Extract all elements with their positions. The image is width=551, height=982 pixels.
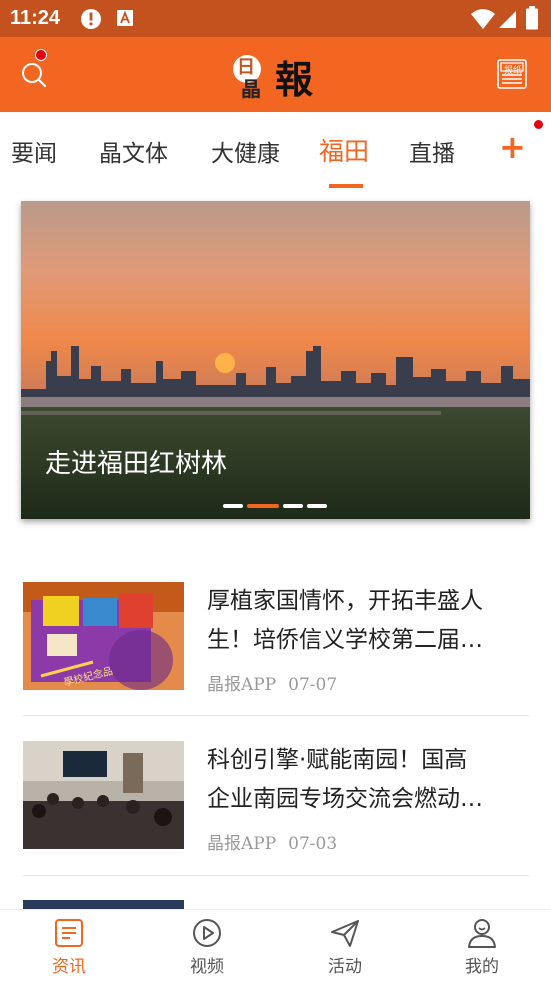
- nav-label: 资讯: [52, 957, 86, 977]
- tab-yaowen[interactable]: 要闻: [11, 134, 57, 168]
- battery-icon: [525, 6, 539, 34]
- nav-events[interactable]: 活动: [276, 910, 414, 982]
- news-title: 科创引擎·赋能南园！国高 企业南园专场交流会燃动…: [207, 741, 527, 819]
- nav-video[interactable]: 视频: [138, 910, 276, 982]
- wifi-icon: [470, 8, 496, 34]
- nav-label: 活动: [328, 957, 362, 977]
- signal-icon: [498, 8, 518, 34]
- search-icon: [20, 63, 50, 95]
- category-tabs: 要闻 晶文体 大健康 福田 直播 +: [0, 112, 551, 190]
- news-item[interactable]: 學校紀念品 厚植家国情怀，开拓丰盛人 生！培侨信义学校第二届… 晶报APP 07-…: [23, 582, 529, 712]
- news-title-line: 厚植家国情怀，开拓丰盛人: [207, 588, 483, 614]
- tab-dajiankang[interactable]: 大健康: [211, 134, 280, 168]
- newspaper-icon: [496, 59, 528, 95]
- news-item[interactable]: 科创引擎·赋能南园！国高 企业南园专场交流会燃动… 晶报APP 07-03: [23, 741, 529, 871]
- news-thumbnail: 學校紀念品: [23, 582, 184, 690]
- logo-sub-text: 晶: [241, 77, 261, 101]
- news-meta: 晶报APP 07-07: [207, 670, 337, 695]
- status-bar: 11:24: [0, 0, 551, 37]
- alert-icon: [80, 8, 102, 34]
- carousel-dot: [307, 504, 327, 508]
- news-title: 厚植家国情怀，开拓丰盛人 生！培侨信义学校第二届…: [207, 582, 527, 660]
- notification-dot: [35, 49, 47, 61]
- app-header: 日 晶 報 报纸: [0, 37, 551, 112]
- banner-caption: 走进福田红树林: [45, 449, 228, 479]
- sim-icon: [115, 8, 135, 32]
- news-source: 晶报APP: [207, 675, 277, 695]
- bottom-navigation: 资讯 视频 活动 我的: [0, 909, 551, 982]
- news-title-line: 科创引擎·赋能南园！国高: [207, 747, 468, 773]
- add-tab-button[interactable]: +: [499, 128, 526, 166]
- news-thumbnail: [23, 741, 184, 849]
- news-thumbnail-partial: [23, 900, 184, 909]
- banner-carousel[interactable]: 走进福田红树林: [21, 201, 530, 519]
- app-logo: 日 晶 報: [233, 47, 323, 103]
- nav-label: 我的: [465, 957, 499, 977]
- news-date: 07-03: [288, 834, 338, 854]
- carousel-dot: [283, 504, 303, 508]
- news-source: 晶报APP: [207, 834, 277, 854]
- news-title-line: 生！培侨信义学校第二届…: [207, 627, 483, 653]
- nav-label: 视频: [190, 957, 224, 977]
- tab-zhibo[interactable]: 直播: [409, 134, 455, 168]
- carousel-dot-active: [247, 504, 279, 508]
- news-title-line: 企业南园专场交流会燃动…: [207, 786, 483, 812]
- nav-profile[interactable]: 我的: [413, 910, 551, 982]
- news-meta: 晶报APP 07-03: [207, 829, 337, 854]
- nav-news[interactable]: 资讯: [0, 910, 138, 982]
- search-button[interactable]: [20, 49, 50, 91]
- divider: [23, 875, 529, 876]
- news-date: 07-07: [288, 675, 338, 695]
- status-time: 11:24: [10, 7, 61, 29]
- tab-futian[interactable]: 福田: [319, 132, 369, 168]
- newspaper-label: 报纸: [504, 66, 523, 76]
- newspaper-button[interactable]: 报纸: [496, 57, 528, 91]
- carousel-dot: [223, 504, 243, 508]
- tab-jingwenti[interactable]: 晶文体: [99, 134, 168, 168]
- tab-notification-dot: [534, 120, 543, 129]
- logo-main-text: 報: [275, 57, 314, 102]
- divider: [23, 715, 529, 716]
- active-tab-indicator: [329, 184, 363, 188]
